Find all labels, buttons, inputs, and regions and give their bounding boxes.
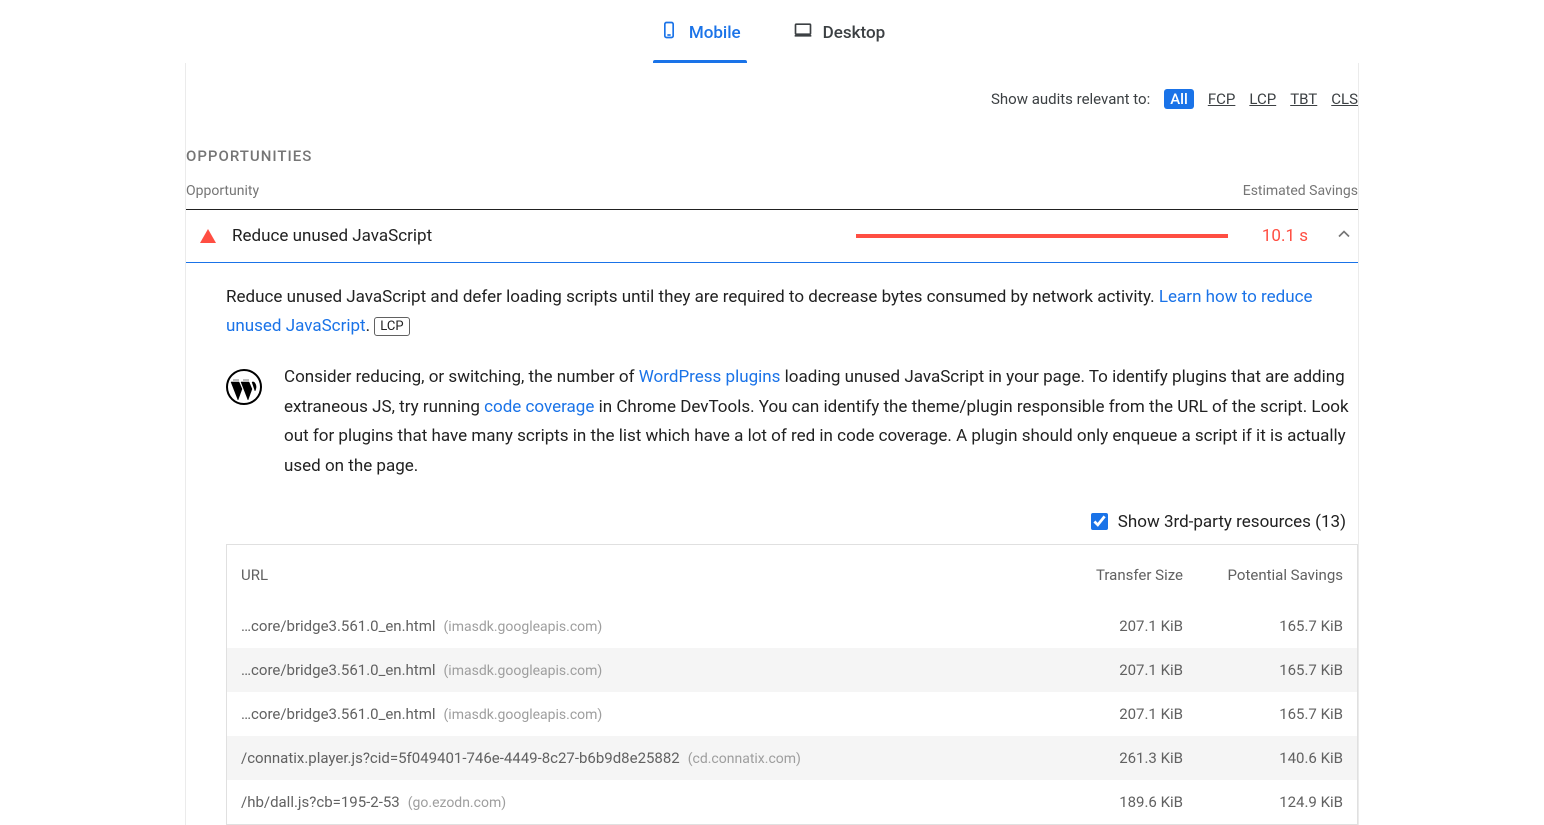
wordpress-text: Consider reducing, or switching, the num…	[284, 363, 1358, 482]
table-row: …core/bridge3.561.0_en.html (imasdk.goog…	[227, 604, 1357, 648]
url-host: (imasdk.googleapis.com)	[444, 663, 603, 679]
tab-mobile-label: Mobile	[689, 23, 741, 43]
url-path[interactable]: …core/bridge3.561.0_en.html	[241, 661, 436, 679]
table-row: /connatix.player.js?cid=5f049401-746e-44…	[227, 736, 1357, 780]
url-path[interactable]: …core/bridge3.561.0_en.html	[241, 617, 436, 635]
potential-savings: 165.7 KiB	[1183, 617, 1343, 635]
transfer-size: 189.6 KiB	[1013, 793, 1183, 811]
url-host: (go.ezodn.com)	[408, 795, 506, 811]
warning-triangle-icon	[200, 229, 216, 243]
url-path[interactable]: /hb/dall.js?cb=195-2-53	[241, 793, 400, 811]
opportunities-header: Opportunity Estimated Savings	[186, 177, 1358, 210]
table-row: …core/bridge3.561.0_en.html (imasdk.goog…	[227, 692, 1357, 736]
chevron-up-icon	[1334, 224, 1354, 248]
url-host: (imasdk.googleapis.com)	[444, 619, 603, 635]
header-opportunity: Opportunity	[186, 183, 259, 199]
thirdparty-checkbox[interactable]	[1091, 513, 1108, 530]
transfer-size: 207.1 KiB	[1013, 617, 1183, 635]
thirdparty-label: Show 3rd-party resources (13)	[1118, 512, 1346, 532]
filter-lcp[interactable]: LCP	[1249, 90, 1276, 108]
transfer-size: 261.3 KiB	[1013, 749, 1183, 767]
opportunity-row[interactable]: Reduce unused JavaScript 10.1 s	[186, 210, 1358, 263]
thirdparty-toggle-row: Show 3rd-party resources (13)	[226, 482, 1358, 544]
filter-all[interactable]: All	[1164, 89, 1194, 109]
filter-fcp[interactable]: FCP	[1208, 90, 1236, 108]
wp-plugins-link[interactable]: WordPress plugins	[639, 367, 781, 387]
col-url: URL	[241, 565, 1013, 586]
device-tabs: Mobile Desktop	[0, 0, 1544, 63]
desktop-icon	[793, 20, 813, 45]
opportunity-name: Reduce unused JavaScript	[232, 226, 432, 246]
opportunity-savings: 10.1 s	[1262, 226, 1308, 246]
potential-savings: 165.7 KiB	[1183, 705, 1343, 723]
code-coverage-link[interactable]: code coverage	[484, 397, 594, 417]
wordpress-icon	[226, 369, 262, 405]
filter-label: Show audits relevant to:	[991, 90, 1150, 108]
table-row: /hb/dall.js?cb=195-2-53 (go.ezodn.com) 18…	[227, 780, 1357, 824]
table-row: …core/bridge3.561.0_en.html (imasdk.goog…	[227, 648, 1357, 692]
col-savings: Potential Savings	[1183, 565, 1343, 586]
desc-text-1: Reduce unused JavaScript and defer loadi…	[226, 287, 1159, 307]
filter-cls[interactable]: CLS	[1331, 90, 1358, 108]
url-host: (cd.connatix.com)	[688, 751, 801, 767]
potential-savings: 124.9 KiB	[1183, 793, 1343, 811]
tab-mobile[interactable]: Mobile	[653, 14, 747, 63]
header-savings: Estimated Savings	[1243, 183, 1358, 199]
main-panel: Show audits relevant to: All FCP LCP TBT…	[185, 63, 1359, 825]
section-title: OPPORTUNITIES	[186, 123, 1358, 177]
resources-table: URL Transfer Size Potential Savings …cor…	[226, 544, 1358, 825]
table-header: URL Transfer Size Potential Savings	[227, 545, 1357, 604]
tab-desktop[interactable]: Desktop	[787, 14, 891, 63]
transfer-size: 207.1 KiB	[1013, 661, 1183, 679]
url-path[interactable]: …core/bridge3.561.0_en.html	[241, 705, 436, 723]
opportunity-body: Reduce unused JavaScript and defer loadi…	[186, 263, 1358, 825]
potential-savings: 165.7 KiB	[1183, 661, 1343, 679]
url-path[interactable]: /connatix.player.js?cid=5f049401-746e-44…	[241, 749, 680, 767]
filter-tbt[interactable]: TBT	[1290, 90, 1317, 108]
desc-text-2: .	[366, 316, 370, 336]
url-host: (imasdk.googleapis.com)	[444, 707, 603, 723]
filter-row: Show audits relevant to: All FCP LCP TBT…	[186, 63, 1358, 123]
transfer-size: 207.1 KiB	[1013, 705, 1183, 723]
potential-savings: 140.6 KiB	[1183, 749, 1343, 767]
col-transfer: Transfer Size	[1013, 565, 1183, 586]
mobile-icon	[659, 20, 679, 45]
tab-desktop-label: Desktop	[823, 23, 885, 43]
opportunity-description: Reduce unused JavaScript and defer loadi…	[226, 283, 1358, 341]
wp-text-1: Consider reducing, or switching, the num…	[284, 367, 639, 387]
savings-bar	[856, 234, 1228, 238]
wordpress-block: Consider reducing, or switching, the num…	[226, 341, 1358, 482]
lcp-badge: LCP	[374, 317, 409, 336]
